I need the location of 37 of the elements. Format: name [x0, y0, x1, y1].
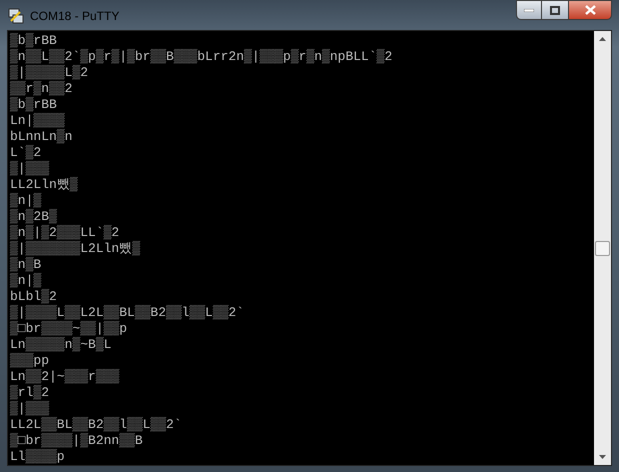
terminal-line: Ln▒▒▒▒▒n▒~B▒L — [10, 337, 112, 353]
terminal-line: ▒b▒rBB — [10, 97, 58, 113]
terminal-line: ▒b▒rBB — [10, 33, 58, 49]
terminal-line: Ln|▒▒▒▒ — [10, 113, 66, 129]
terminal-line: ▒|▒▒▒▒▒L▒2 — [10, 65, 90, 81]
terminal-line: ▒|▒▒▒ — [10, 161, 50, 177]
minimize-button[interactable] — [516, 0, 542, 20]
terminal-line: ▒n▒▒L▒▒2`▒p▒r▒|▒br▒▒B▒▒▒bLrr2n▒|▒▒▒p▒r▒n▒npBLL`▒2 — [10, 49, 394, 65]
terminal-line: ▒▒r▒n▒▒2 — [10, 81, 74, 97]
terminal-line: bLbl▒2 — [10, 289, 58, 305]
close-icon — [584, 5, 596, 15]
terminal-line: ▒n|▒ — [10, 193, 42, 209]
window-title: COM18 - PuTTY — [30, 8, 120, 25]
restore-icon — [550, 6, 560, 14]
terminal-line: ▒|▒▒▒▒L▒▒L2L▒▒BL▒▒B2▒▒l▒▒L▒▒2` — [10, 305, 246, 321]
maximize-button[interactable] — [542, 0, 568, 20]
app-icon — [8, 8, 24, 24]
scroll-thumb[interactable] — [595, 240, 610, 256]
terminal-line: Ll▒▒▒▒p — [10, 449, 66, 465]
terminal-line: ▒▒▒pp — [10, 353, 50, 369]
close-button[interactable] — [568, 0, 612, 20]
terminal-line: ▒rl▒2 — [10, 385, 50, 401]
terminal-line: LL2Lln뺐▒ — [10, 177, 79, 193]
terminal-line: ▒n▒B — [10, 257, 42, 273]
terminal-line: ▒n▒2B▒ — [10, 209, 58, 225]
scrollbar[interactable] — [594, 31, 611, 465]
terminal-line: Ln▒▒2|~▒▒▒r▒▒▒ — [10, 369, 120, 385]
terminal-line: ▒n▒|▒2▒▒▒LL`▒2 — [10, 225, 120, 241]
terminal-line: ▒□br▒▒▒▒|▒B2nn▒▒B — [10, 433, 144, 449]
terminal-line: L`▒2 — [10, 145, 42, 161]
terminal-line: ▒□br▒▒▒▒~▒▒|▒▒p — [10, 321, 128, 337]
terminal-line: bLnnLn▒n — [10, 129, 74, 145]
terminal-line: ▒n|▒ — [10, 273, 42, 289]
terminal-line: ▒|▒▒▒▒▒▒▒L2Lln뺐▒ — [10, 241, 142, 257]
terminal-line: LL2L▒▒BL▒▒B2▒▒l▒▒L▒▒2` — [10, 417, 183, 433]
minimize-icon — [524, 8, 534, 12]
terminal-line: ▒|▒▒▒ — [10, 401, 50, 417]
